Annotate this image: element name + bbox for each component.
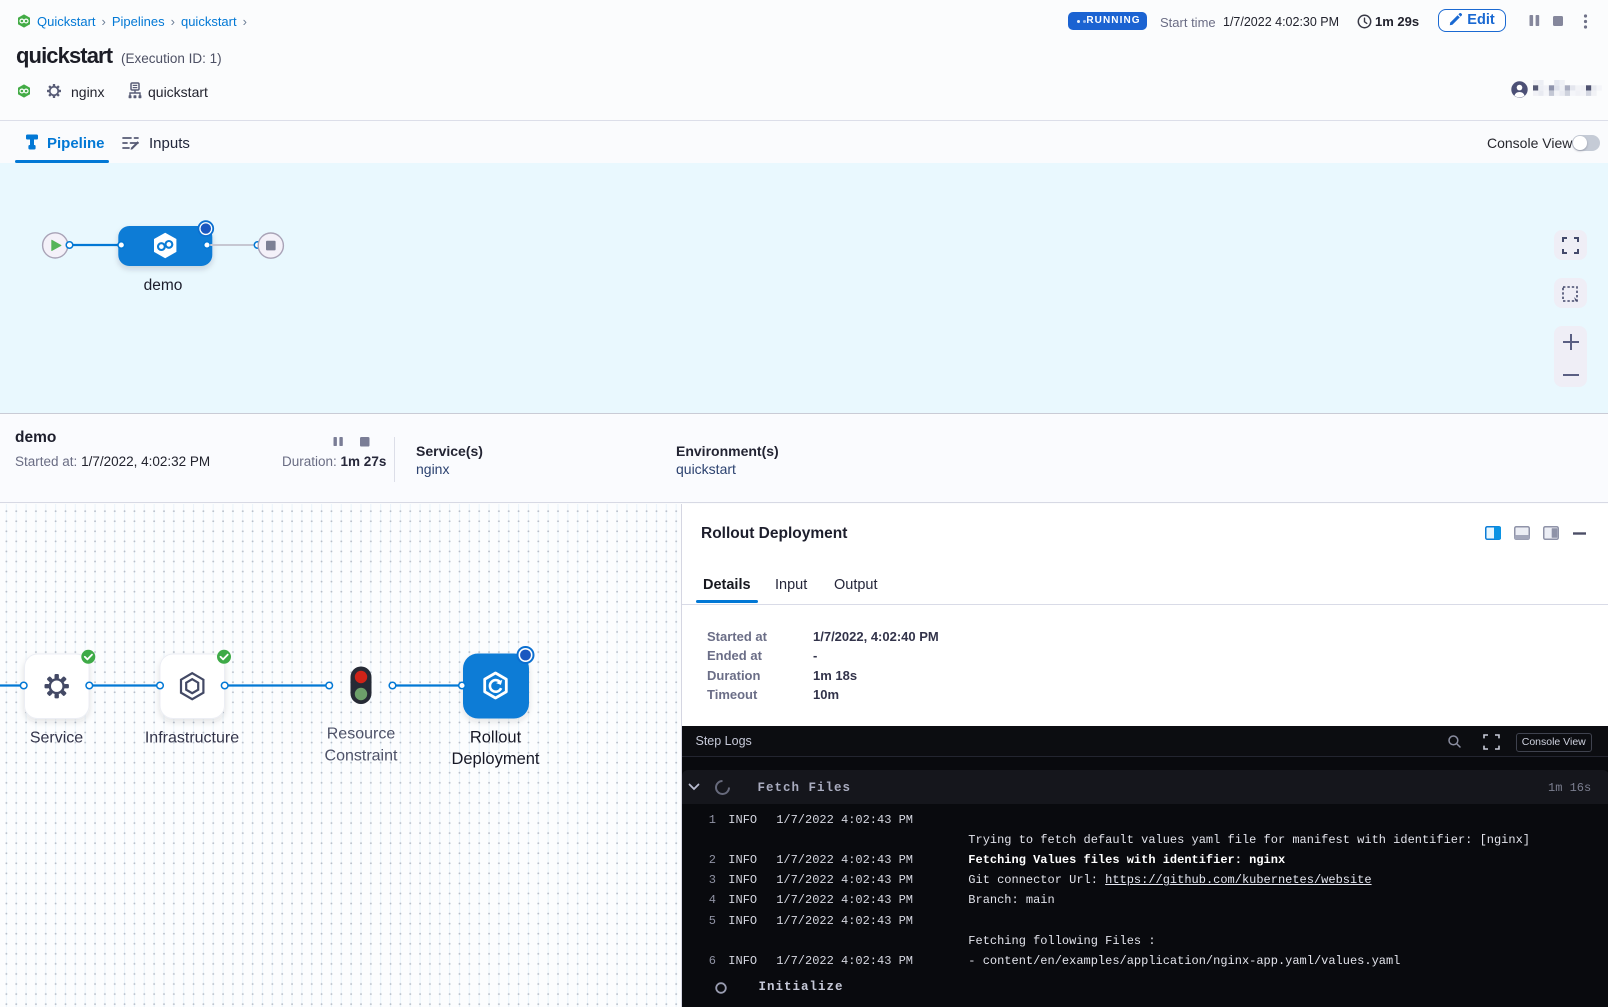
- svg-text:Infrastructure: Infrastructure: [145, 730, 239, 747]
- svg-text:Deployment: Deployment: [451, 750, 539, 768]
- svg-text:demo: demo: [144, 277, 183, 294]
- svg-text:Resource: Resource: [327, 726, 396, 743]
- svg-text:Service: Service: [30, 730, 83, 747]
- svg-text:Rollout: Rollout: [470, 729, 522, 747]
- svg-text:Constraint: Constraint: [325, 748, 398, 765]
